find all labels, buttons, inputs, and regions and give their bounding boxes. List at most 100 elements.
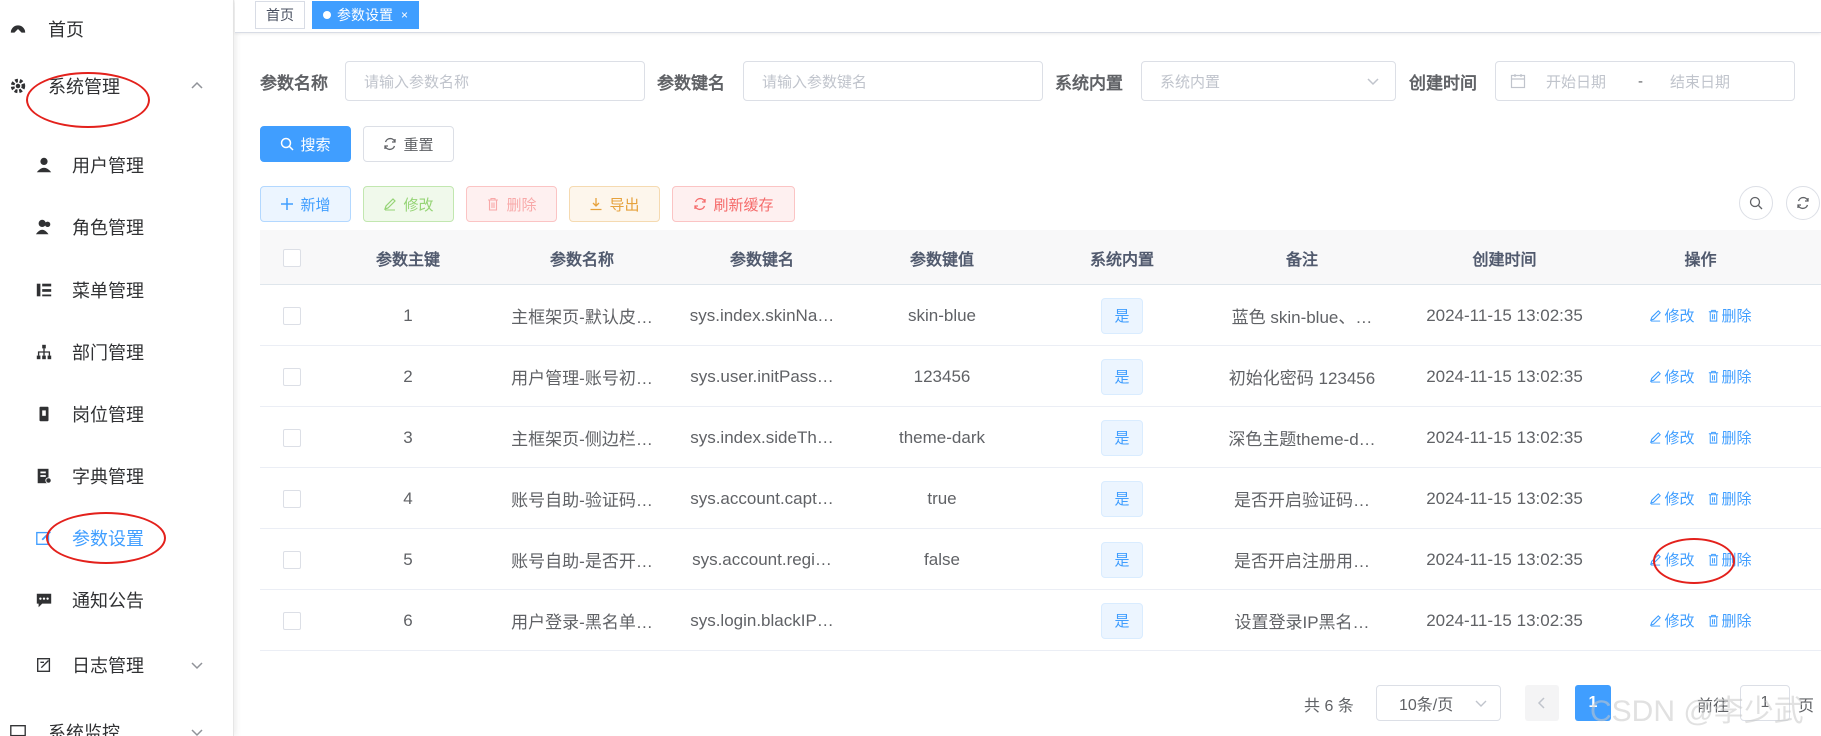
sidebar-item-label: 参数设置: [72, 529, 144, 549]
sidebar-item-posts[interactable]: 岗位管理: [0, 386, 234, 442]
sidebar-item-home[interactable]: 首页: [0, 1, 234, 57]
row-edit-label: 修改: [1664, 308, 1695, 325]
prev-page-button[interactable]: [1525, 685, 1559, 721]
row-edit-link[interactable]: 修改: [1649, 305, 1695, 326]
row-delete-link[interactable]: 删除: [1707, 488, 1752, 509]
tab-home[interactable]: 首页: [255, 1, 305, 29]
sidebar-item-monitor[interactable]: 系统监控: [0, 704, 234, 736]
sidebar-item-config[interactable]: 参数设置: [0, 510, 234, 566]
builtin-cell: 是: [1032, 285, 1212, 346]
row-delete-link[interactable]: 删除: [1707, 305, 1752, 326]
dashboard-icon: [8, 19, 28, 39]
refresh-icon: [1797, 196, 1809, 210]
row-delete-link[interactable]: 删除: [1707, 549, 1752, 570]
cell-value: 123456: [913, 366, 971, 386]
sidebar-item-label: 通知公告: [72, 591, 144, 611]
row-edit-link[interactable]: 修改: [1649, 488, 1695, 509]
builtin-cell: 是: [1032, 529, 1212, 590]
sidebar-item-system[interactable]: 系统管理: [0, 58, 234, 114]
search-button[interactable]: 搜索: [260, 126, 351, 162]
chevron-down-icon: [1474, 696, 1488, 710]
delete-icon: [1707, 431, 1720, 444]
row-delete-link[interactable]: 删除: [1707, 427, 1752, 448]
cell-remark: 蓝色 skin-blue、…: [1231, 308, 1373, 327]
row-checkbox[interactable]: [283, 489, 301, 508]
row-edit-link[interactable]: 修改: [1649, 610, 1695, 631]
sidebar-item-label: 角色管理: [72, 218, 144, 238]
dict-icon: [34, 466, 54, 486]
page-size-select[interactable]: 10条/页: [1376, 685, 1501, 721]
row-select-cell: [260, 346, 324, 407]
row-delete-link[interactable]: 删除: [1707, 610, 1752, 631]
row-select-cell: [260, 407, 324, 468]
cell-key: sys.user.initPass…: [690, 366, 834, 386]
row-checkbox[interactable]: [283, 550, 301, 569]
sidebar-item-users[interactable]: 用户管理: [0, 137, 234, 193]
date-range-picker[interactable]: 开始日期 - 结束日期: [1495, 61, 1795, 101]
row-edit-link[interactable]: 修改: [1649, 366, 1695, 387]
reset-button[interactable]: 重置: [363, 126, 454, 162]
table-row: 1 主框架页-默认皮… sys.index.skinNa… skin-blue 是 蓝色 …: [260, 285, 1821, 346]
row-edit-link[interactable]: 修改: [1649, 549, 1695, 570]
delete-icon: [1707, 553, 1720, 566]
column-header: 系统内置: [1089, 251, 1154, 269]
row-checkbox[interactable]: [283, 611, 301, 630]
chevron-down-icon: [1365, 73, 1381, 89]
sidebar-item-depts[interactable]: 部门管理: [0, 324, 234, 380]
search-icon: [1749, 196, 1763, 210]
sidebar-item-menus[interactable]: 菜单管理: [0, 262, 234, 318]
close-icon[interactable]: ×: [401, 8, 408, 22]
cell-remark: 设置登录IP黑名…: [1234, 613, 1370, 632]
row-select-cell: [260, 529, 324, 590]
toggle-search-button[interactable]: [1739, 186, 1773, 220]
config-name-label: 参数名称: [260, 74, 328, 93]
sidebar-item-logs[interactable]: 日志管理: [0, 637, 234, 693]
cell-remark: 初始化密码 123456: [1228, 369, 1376, 388]
sidebar-item-notices[interactable]: 通知公告: [0, 572, 234, 628]
sidebar-item-label: 系统监控: [48, 723, 120, 736]
row-edit-link[interactable]: 修改: [1649, 427, 1695, 448]
config-type-select[interactable]: 系统内置: [1141, 61, 1396, 101]
row-checkbox[interactable]: [283, 306, 301, 325]
select-all-checkbox[interactable]: [283, 248, 301, 267]
cell-key: sys.index.sideTh…: [690, 427, 834, 447]
row-delete-label: 删除: [1721, 430, 1752, 447]
refresh-cache-button[interactable]: 刷新缓存: [672, 186, 795, 222]
builtin-cell: 是: [1032, 468, 1212, 529]
row-actions: 修改 删除: [1617, 346, 1784, 407]
cell-name: 主框架页-侧边栏…: [511, 430, 653, 449]
plus-icon: [281, 198, 294, 210]
edit-button[interactable]: 修改: [363, 186, 454, 222]
post-icon: [34, 404, 54, 424]
cell-remark: 深色主题theme-d…: [1228, 430, 1376, 449]
cell-id: 3: [403, 427, 413, 447]
row-checkbox[interactable]: [283, 367, 301, 386]
delete-button[interactable]: 删除: [466, 186, 557, 222]
row-checkbox[interactable]: [283, 428, 301, 447]
tab-config[interactable]: 参数设置 ×: [312, 1, 420, 29]
row-delete-link[interactable]: 删除: [1707, 366, 1752, 387]
config-name-input[interactable]: 请输入参数名称: [345, 61, 645, 101]
chevron-down-icon: [188, 656, 206, 674]
export-button[interactable]: 导出: [569, 186, 660, 222]
table-header: 参数主键 参数名称 参数键名 参数键值 系统内置 备注 创建时间 操作: [260, 230, 1821, 285]
sidebar-item-label: 系统管理: [48, 77, 120, 97]
reset-button-label: 重置: [403, 136, 434, 154]
row-actions: 修改 删除: [1617, 407, 1784, 468]
page-size-value: 10条/页: [1399, 697, 1454, 714]
builtin-tag: 是: [1101, 297, 1143, 334]
row-edit-label: 修改: [1664, 552, 1695, 569]
cell-key: sys.account.regi…: [692, 549, 832, 569]
cell-value: skin-blue: [907, 305, 977, 325]
add-button[interactable]: 新增: [260, 186, 351, 222]
config-key-label: 参数键名: [657, 74, 725, 93]
cell-name: 用户管理-账号初…: [511, 369, 653, 388]
config-key-input[interactable]: 请输入参数键名: [743, 61, 1043, 101]
sidebar-item-dicts[interactable]: 字典管理: [0, 448, 234, 504]
sidebar-item-roles[interactable]: 角色管理: [0, 199, 234, 255]
row-edit-label: 修改: [1664, 430, 1695, 447]
cell-key: sys.account.capt…: [690, 488, 834, 508]
gear-icon: [8, 76, 28, 96]
refresh-table-button[interactable]: [1786, 186, 1820, 220]
sidebar-item-label: 岗位管理: [72, 405, 144, 425]
